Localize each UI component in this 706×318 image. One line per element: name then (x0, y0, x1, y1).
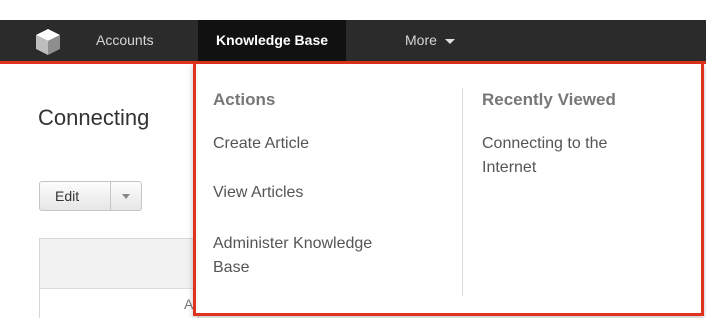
nav-more[interactable]: More (405, 20, 455, 61)
menu-item-administer-line-1: Administer Knowledge (213, 235, 373, 252)
nav-knowledge-base[interactable]: Knowledge Base (198, 20, 347, 61)
chevron-down-icon (122, 193, 130, 199)
edit-button-group: Edit (39, 181, 142, 211)
recent-item-line-1: Connecting to the (482, 135, 608, 152)
actions-heading: Actions (213, 90, 276, 109)
edit-button[interactable]: Edit (39, 181, 110, 211)
menu-item-view-articles[interactable]: View Articles (213, 181, 303, 205)
recently-viewed-heading: Recently Viewed (482, 90, 616, 109)
more-dropdown-menu: Actions Create Article View Articles Adm… (193, 64, 704, 316)
recent-item-connecting-to-internet[interactable]: Connecting to the Internet (482, 132, 607, 180)
panel-text: A (184, 296, 194, 312)
menu-item-administer-knowledge-base[interactable]: Administer Knowledge Base (213, 232, 372, 280)
menu-item-create-article[interactable]: Create Article (213, 132, 309, 156)
cube-logo-icon[interactable] (34, 27, 62, 57)
page-title: Connecting (38, 105, 150, 130)
chevron-down-icon (444, 38, 455, 44)
nav-accounts[interactable]: Accounts (96, 20, 154, 61)
top-navbar: Accounts Knowledge Base More (0, 20, 706, 64)
nav-more-label: More (405, 32, 437, 48)
menu-divider (462, 88, 463, 296)
menu-item-administer-line-2: Base (213, 259, 250, 276)
recent-item-line-2: Internet (482, 159, 537, 176)
detail-panel: A (39, 238, 199, 318)
edit-dropdown-button[interactable] (110, 181, 142, 211)
cropped-caption (0, 0, 706, 20)
panel-header (40, 239, 198, 289)
